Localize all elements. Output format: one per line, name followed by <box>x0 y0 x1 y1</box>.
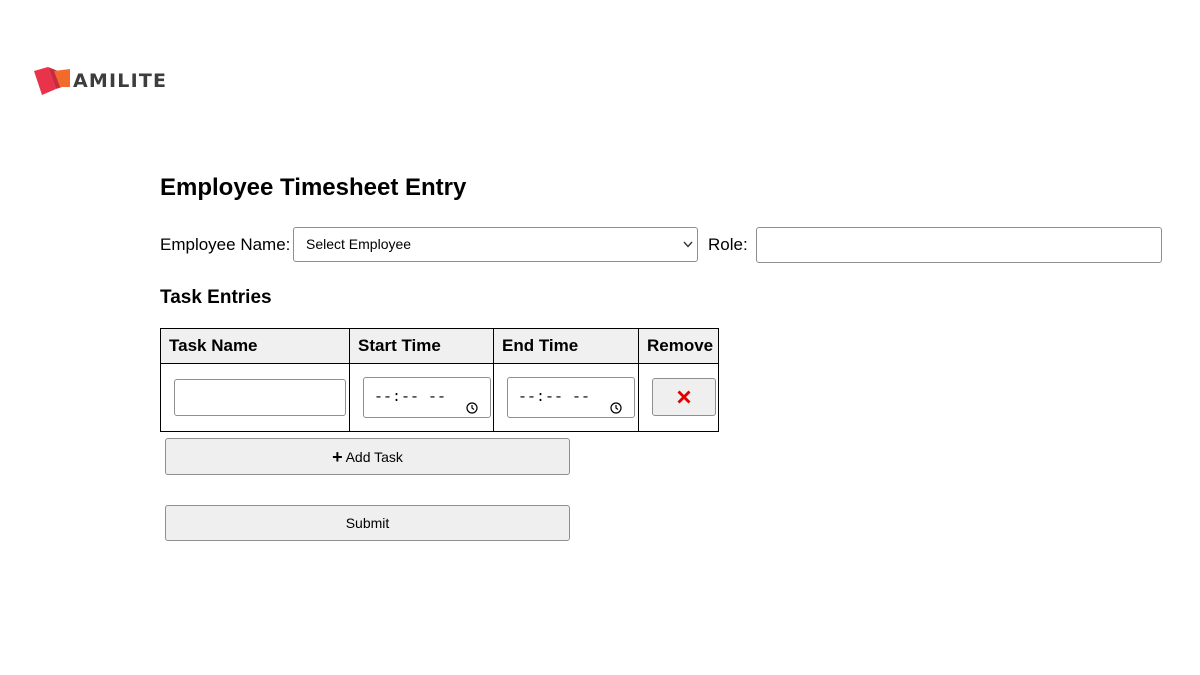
brand-logo: AMILITE <box>34 66 167 96</box>
start-time-cell: --:-- -- <box>349 363 494 432</box>
clock-icon[interactable] <box>610 391 622 430</box>
end-time-placeholder: --:-- -- <box>518 389 591 406</box>
column-header-start-time: Start Time <box>349 328 494 364</box>
brand-name: AMILITE <box>73 70 168 92</box>
table-row: --:-- -- --:-- -- <box>160 363 719 432</box>
end-time-cell: --:-- -- <box>493 363 639 432</box>
submit-button[interactable]: Submit <box>165 505 570 541</box>
task-entries-title: Task Entries <box>160 287 272 308</box>
task-name-input[interactable] <box>174 379 346 416</box>
start-time-placeholder: --:-- -- <box>374 389 447 406</box>
employee-name-label: Employee Name: <box>160 235 291 254</box>
close-icon <box>677 390 691 404</box>
column-header-end-time: End Time <box>493 328 639 364</box>
plus-icon: + <box>332 446 343 467</box>
employee-row: Employee Name: Select Employee Role: <box>160 226 1162 263</box>
chevron-down-icon <box>683 228 693 261</box>
remove-task-button[interactable] <box>652 378 716 416</box>
role-label: Role: <box>708 235 748 254</box>
task-name-cell <box>160 363 350 432</box>
page-title: Employee Timesheet Entry <box>160 174 467 201</box>
start-time-input[interactable]: --:-- -- <box>363 377 491 418</box>
add-task-button[interactable]: + Add Task <box>165 438 570 475</box>
employee-select-value: Select Employee <box>306 236 412 252</box>
submit-label: Submit <box>345 515 390 531</box>
employee-select[interactable]: Select Employee <box>293 227 698 262</box>
clock-icon[interactable] <box>466 391 478 430</box>
add-task-label: Add Task <box>345 448 403 465</box>
task-table: Task Name Start Time End Time Remove --:… <box>160 328 719 432</box>
amilite-logo-icon <box>34 67 70 95</box>
column-header-remove: Remove <box>638 328 719 364</box>
column-header-task-name: Task Name <box>160 328 350 364</box>
end-time-input[interactable]: --:-- -- <box>507 377 635 418</box>
role-input[interactable] <box>756 227 1162 263</box>
table-header-row: Task Name Start Time End Time Remove <box>160 328 719 364</box>
remove-cell <box>638 363 719 432</box>
